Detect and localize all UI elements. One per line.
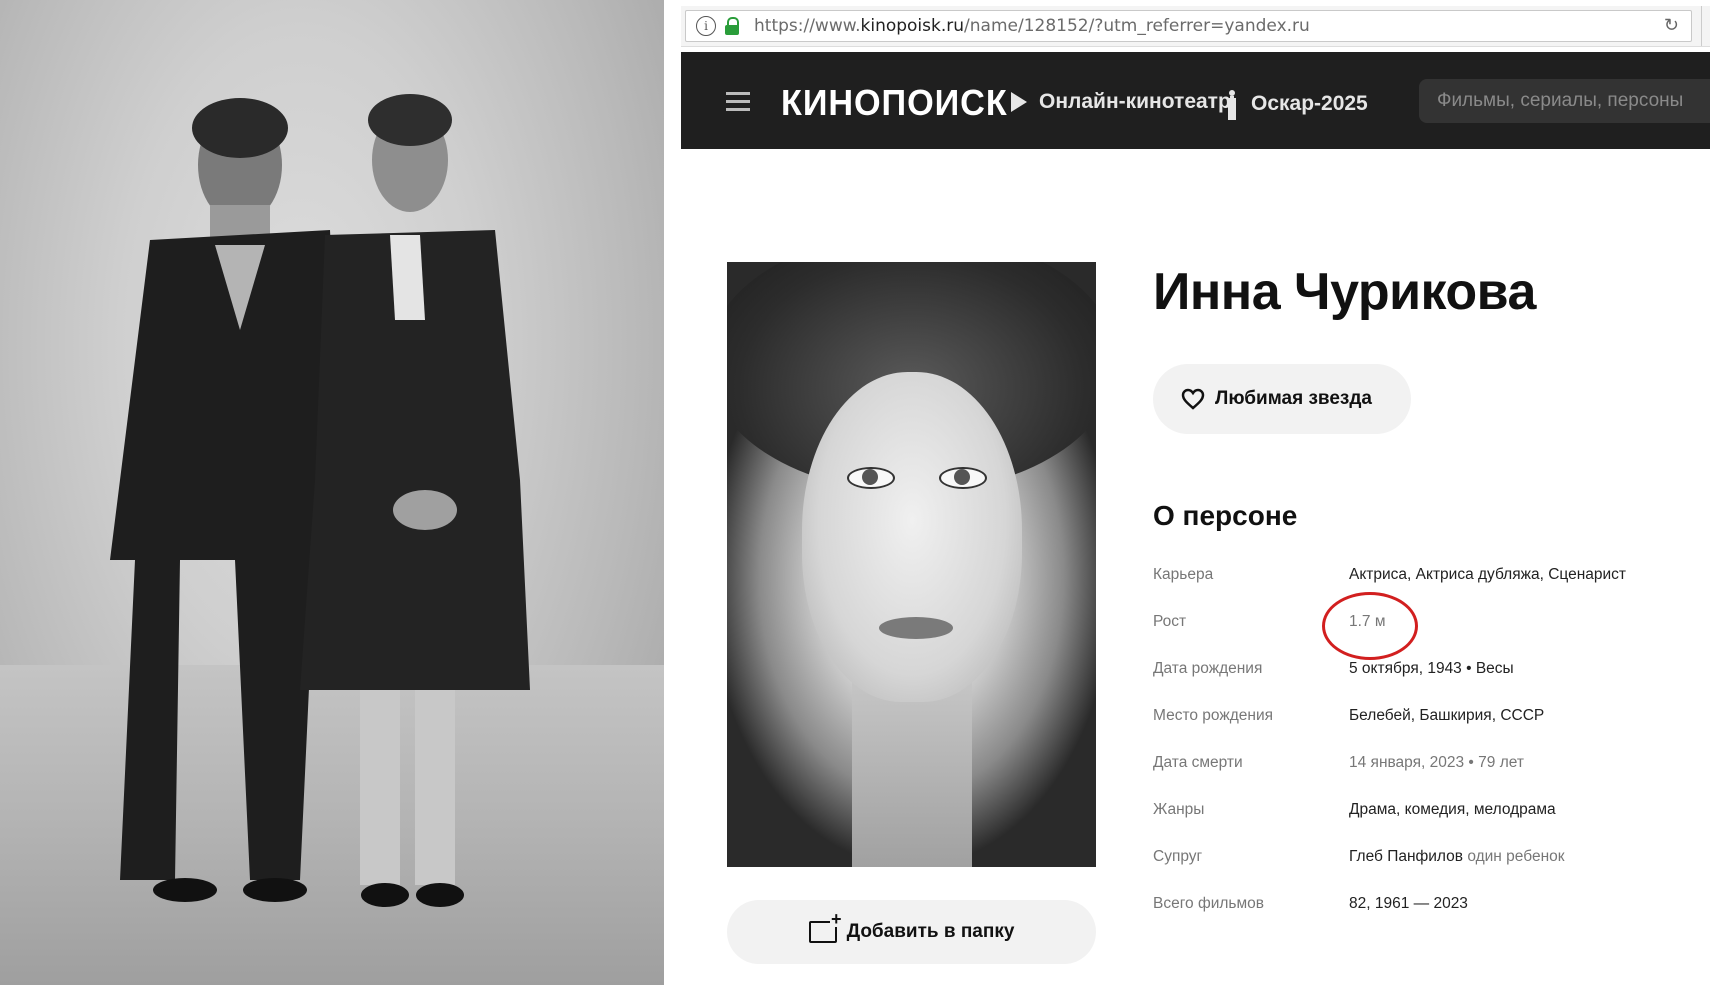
url-path: /name/128152/?utm_referrer=yandex.ru (964, 16, 1310, 36)
fact-row-genres: Жанры Драма, комедия, мелодрама (1153, 795, 1693, 825)
lock-icon[interactable] (724, 17, 740, 35)
fact-value[interactable]: 5 октября, 1943 • Весы (1349, 660, 1514, 678)
eye-right (939, 467, 987, 489)
fact-row-deathdate: Дата смерти 14 января, 2023 • 79 лет (1153, 748, 1693, 778)
play-icon (1011, 92, 1027, 112)
fact-row-total-films: Всего фильмов 82, 1961 — 2023 (1153, 889, 1693, 919)
favorite-label: Любимая звезда (1215, 388, 1372, 409)
url-field[interactable]: i https://www.kinopoisk.ru/name/128152/?… (685, 10, 1692, 42)
fact-key: Карьера (1153, 566, 1214, 583)
eye-left (847, 467, 895, 489)
fact-row-birthdate: Дата рождения 5 октября, 1943 • Весы (1153, 654, 1693, 684)
nav-oscar[interactable]: Оскар-2025 (1227, 90, 1368, 118)
reload-icon[interactable]: ↻ (1664, 15, 1679, 36)
nav-oscar-label: Оскар-2025 (1251, 92, 1368, 115)
site-header: КИНОПОИСК Онлайн-кинотеатр Оскар-2025 Фи… (681, 52, 1710, 149)
address-bar: i https://www.kinopoisk.ru/name/128152/?… (681, 6, 1710, 47)
toolbar-separator (1701, 6, 1710, 46)
photo-border (664, 0, 668, 985)
fact-row-spouse: Супруг Глеб Панфилов один ребенок (1153, 842, 1693, 872)
menu-icon[interactable] (726, 92, 750, 112)
fact-key: Дата рождения (1153, 660, 1263, 677)
red-highlight-circle (1322, 592, 1418, 660)
fact-key: Жанры (1153, 801, 1205, 818)
url-text[interactable]: https://www.kinopoisk.ru/name/128152/?ut… (754, 16, 1310, 36)
add-folder-label: Добавить в папку (846, 921, 1015, 942)
favorite-star-button[interactable]: Любимая звезда (1153, 364, 1411, 434)
fact-key: Супруг (1153, 848, 1203, 865)
spouse-name[interactable]: Глеб Панфилов (1349, 848, 1463, 865)
fact-key: Рост (1153, 613, 1187, 630)
add-to-folder-button[interactable]: Добавить в папку (727, 900, 1096, 964)
vintage-couple-photo (0, 0, 668, 985)
fact-key: Место рождения (1153, 707, 1274, 724)
fact-row-birthplace: Место рождения Белебей, Башкирия, СССР (1153, 701, 1693, 731)
url-prefix: https://www. (754, 16, 861, 36)
fact-key: Дата смерти (1153, 754, 1243, 771)
nav-online-label: Онлайн-кинотеатр (1039, 90, 1231, 113)
info-icon[interactable]: i (696, 16, 716, 36)
about-heading: О персоне (1153, 500, 1298, 531)
fact-row-career: Карьера Актриса, Актриса дубляжа, Сценар… (1153, 560, 1693, 590)
nav-online-cinema[interactable]: Онлайн-кинотеатр (1011, 90, 1231, 114)
fact-value: 14 января, 2023 • 79 лет (1349, 754, 1524, 771)
children-note: один ребенок (1467, 848, 1565, 865)
oscar-statuette-icon (1227, 90, 1237, 118)
person-photo (727, 262, 1096, 867)
lips (879, 617, 953, 639)
fact-value[interactable]: Драма, комедия, мелодрама (1349, 801, 1556, 819)
kinopoisk-screenshot: i https://www.kinopoisk.ru/name/128152/?… (681, 0, 1710, 985)
folder-add-icon (808, 911, 843, 943)
fact-key: Всего фильмов (1153, 895, 1264, 912)
person-name: Инна Чурикова (1153, 263, 1536, 321)
fact-row-height: Рост 1.7 м (1153, 607, 1693, 637)
couple-figures (110, 94, 530, 907)
fact-value[interactable]: Актриса, Актриса дубляжа, Сценарист (1349, 566, 1626, 584)
heart-icon (1181, 388, 1205, 410)
fact-value[interactable]: Глеб Панфилов один ребенок (1349, 848, 1565, 866)
site-logo[interactable]: КИНОПОИСК (781, 82, 1008, 124)
fact-value[interactable]: Белебей, Башкирия, СССР (1349, 707, 1544, 725)
search-input[interactable]: Фильмы, сериалы, персоны (1419, 79, 1710, 123)
url-domain: kinopoisk.ru (860, 16, 965, 36)
fact-value[interactable]: 82, 1961 — 2023 (1349, 895, 1468, 913)
